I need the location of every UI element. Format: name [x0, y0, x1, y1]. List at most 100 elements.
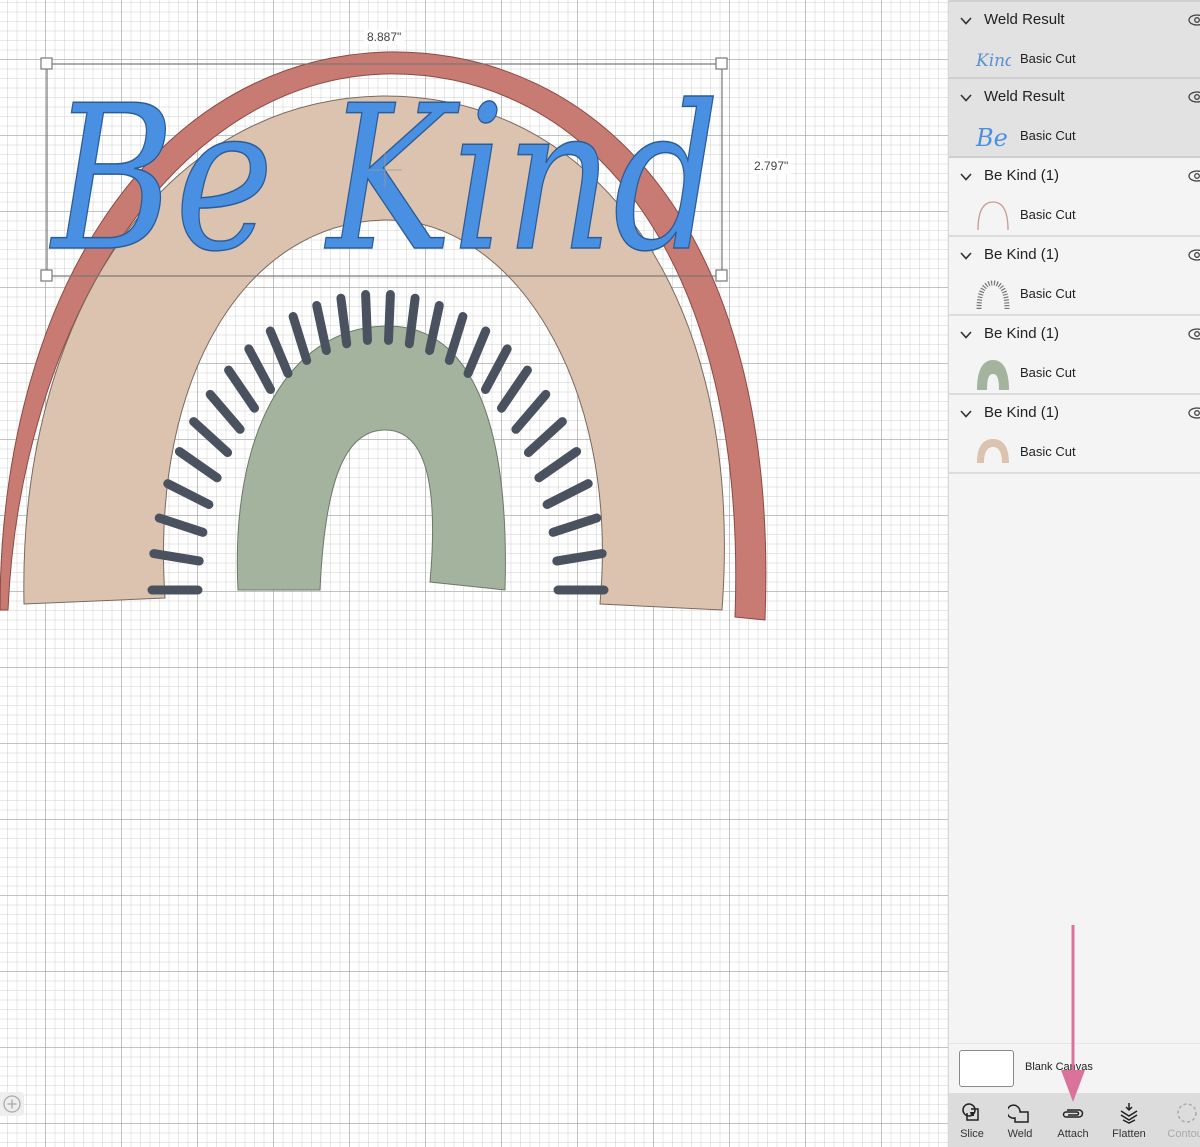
layer-group-header[interactable]: Be Kind (1): [949, 316, 1200, 354]
eye-icon[interactable]: [1188, 327, 1200, 341]
layer-group[interactable]: Be Kind (1) Basic Cut: [949, 395, 1200, 474]
blank-canvas-row[interactable]: Blank Canvas: [949, 1043, 1200, 1093]
layer-group-header[interactable]: Be Kind (1): [949, 395, 1200, 433]
blank-canvas-label: Blank Canvas: [1025, 1061, 1093, 1073]
ray-stroke: [542, 479, 593, 509]
layer-item[interactable]: Basic Cut: [949, 196, 1200, 234]
eye-icon[interactable]: [1188, 13, 1200, 27]
attach-button[interactable]: Attach: [1053, 1093, 1093, 1147]
flatten-label: Flatten: [1112, 1128, 1146, 1140]
ray-stroke: [511, 389, 551, 434]
layer-group-title: Be Kind (1): [984, 404, 1060, 421]
resize-handle-bottom-right[interactable]: [715, 269, 728, 282]
layer-item[interactable]: Kind Basic Cut: [949, 40, 1200, 78]
layer-label: Basic Cut: [1020, 207, 1076, 222]
layer-label: Basic Cut: [1020, 444, 1076, 459]
tan-arc-thumbnail: [977, 439, 1009, 463]
eye-icon[interactable]: [1188, 169, 1200, 183]
height-dimension-label: 2.797": [751, 158, 792, 174]
svg-text:Be: Be: [975, 124, 1008, 152]
contour-icon: [1177, 1103, 1197, 1123]
ray-stroke: [312, 301, 331, 355]
eye-icon[interactable]: [1188, 406, 1200, 420]
ray-stroke: [463, 326, 491, 378]
eye-icon[interactable]: [1188, 90, 1200, 104]
ray-stroke: [384, 290, 395, 345]
layer-list: Weld Result Kind Basic Cut Weld Result B…: [949, 0, 1200, 474]
ray-stroke: [444, 312, 468, 365]
weld-label: Weld: [1007, 1128, 1033, 1140]
layer-group-title: Weld Result: [984, 11, 1065, 28]
ray-stroke: [174, 447, 222, 483]
contour-label: Contour: [1167, 1128, 1200, 1140]
layer-group[interactable]: Be Kind (1) Basic Cut: [949, 158, 1200, 237]
chevron-down-icon[interactable]: [959, 329, 973, 341]
layer-group-title: Be Kind (1): [984, 167, 1060, 184]
layer-label: Basic Cut: [1020, 286, 1076, 301]
layer-group[interactable]: Weld Result Be Basic Cut: [949, 79, 1200, 158]
ray-stroke: [481, 344, 512, 394]
layer-group-header[interactable]: Be Kind (1): [949, 158, 1200, 196]
chevron-down-icon[interactable]: [959, 15, 973, 27]
ray-stroke: [163, 479, 214, 509]
contour-button[interactable]: Contour: [1167, 1093, 1200, 1147]
slice-icon: [962, 1103, 979, 1121]
blank-canvas-swatch[interactable]: [959, 1050, 1014, 1087]
layer-group[interactable]: Be Kind (1) Basic Cut: [949, 316, 1200, 395]
be-kind-text-shape[interactable]: Be Kind: [48, 62, 721, 297]
layer-group-title: Be Kind (1): [984, 246, 1060, 263]
layer-item[interactable]: Basic Cut: [949, 275, 1200, 313]
width-dimension-label: 8.887": [364, 29, 405, 45]
resize-handle-bottom-left[interactable]: [40, 269, 53, 282]
layer-action-toolbar: Slice Weld Attach Flatten Contou: [949, 1093, 1200, 1147]
layer-label: Basic Cut: [1020, 128, 1076, 143]
chevron-down-icon[interactable]: [959, 408, 973, 420]
green-arc-shape[interactable]: [236, 325, 506, 591]
outer-arc-thumbnail: [977, 201, 1009, 231]
ray-stroke: [265, 326, 293, 378]
ray-stroke: [205, 389, 245, 434]
eye-icon[interactable]: [1188, 248, 1200, 262]
layer-item[interactable]: Basic Cut: [949, 354, 1200, 392]
chevron-down-icon[interactable]: [959, 250, 973, 262]
design-script-text: Be Kind: [49, 63, 720, 296]
layer-group-header[interactable]: Weld Result: [949, 2, 1200, 40]
layer-group[interactable]: Weld Result Kind Basic Cut: [949, 0, 1200, 79]
weld-button[interactable]: Weld: [1005, 1093, 1035, 1147]
flatten-icon: [1120, 1103, 1138, 1124]
ray-stroke: [497, 365, 532, 413]
zoom-in-icon: [3, 1095, 21, 1113]
layer-item[interactable]: Be Basic Cut: [949, 117, 1200, 155]
layer-item[interactable]: Basic Cut: [949, 433, 1200, 471]
layer-label: Basic Cut: [1020, 365, 1076, 380]
attach-label: Attach: [1057, 1128, 1089, 1140]
zoom-in-button[interactable]: [0, 1092, 24, 1116]
ray-stroke: [154, 513, 208, 537]
design-artwork: Be Kind: [0, 51, 767, 621]
resize-handle-top-left[interactable]: [40, 57, 53, 70]
green-arc-thumbnail: [977, 360, 1009, 390]
ray-stroke: [224, 365, 259, 413]
slice-button[interactable]: Slice: [957, 1093, 987, 1147]
chevron-down-icon[interactable]: [959, 92, 973, 104]
be-text-thumbnail: Be: [975, 124, 1008, 152]
layer-group-header[interactable]: Be Kind (1): [949, 237, 1200, 275]
chevron-down-icon[interactable]: [959, 171, 973, 183]
ray-stroke: [548, 513, 602, 537]
design-canvas[interactable]: Be Kind 8.887" 2.797": [0, 0, 948, 1147]
layer-group-header[interactable]: Weld Result: [949, 79, 1200, 117]
ray-stroke: [244, 344, 275, 394]
layer-group[interactable]: Be Kind (1) Basic Cut: [949, 237, 1200, 316]
flatten-button[interactable]: Flatten: [1109, 1093, 1149, 1147]
layer-group-title: Be Kind (1): [984, 325, 1060, 342]
slice-label: Slice: [960, 1128, 984, 1140]
attach-icon: [1062, 1109, 1084, 1118]
ray-stroke: [189, 417, 233, 458]
resize-handle-top-right[interactable]: [715, 57, 728, 70]
weld-icon: [1008, 1104, 1029, 1123]
svg-text:Kind: Kind: [975, 51, 1011, 71]
ray-stroke: [336, 293, 352, 349]
layer-label: Basic Cut: [1020, 51, 1076, 66]
ray-stroke: [552, 549, 607, 566]
kind-text-thumbnail: Kind: [975, 51, 1011, 71]
